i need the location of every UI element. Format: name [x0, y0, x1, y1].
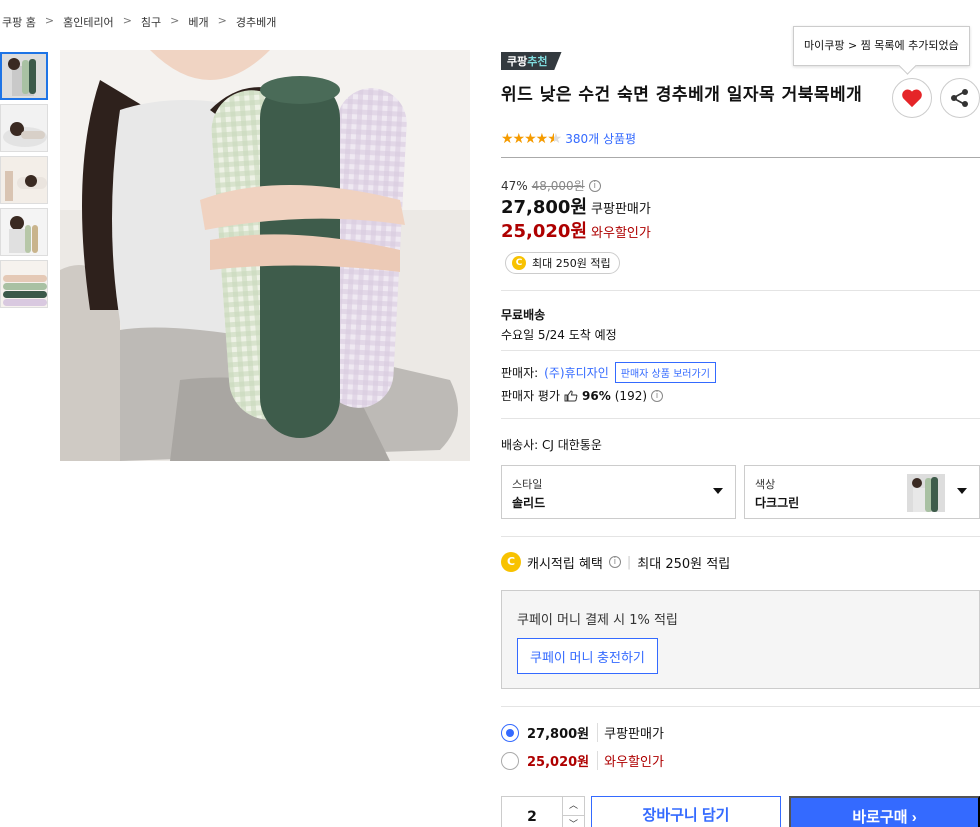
price-option-wow[interactable]: 25,020원 와우할인가: [501, 751, 664, 770]
price-option-coupang[interactable]: 27,800원 쿠팡판매가: [501, 723, 664, 742]
product-main-image[interactable]: [60, 50, 470, 461]
divider-bar: |: [626, 554, 632, 570]
info-icon[interactable]: i: [608, 556, 621, 568]
divider: [501, 706, 980, 707]
breadcrumb-separator: >: [170, 14, 180, 27]
color-option-thumbnail: [907, 474, 945, 512]
wishlist-button[interactable]: [892, 78, 932, 118]
star-rating-icon: ★★★★★★: [501, 130, 562, 147]
info-icon[interactable]: i: [588, 179, 601, 192]
radio-button-checked[interactable]: [501, 723, 519, 742]
divider: [501, 290, 980, 291]
chevron-down-icon: [713, 488, 723, 494]
price-option-label: 쿠팡판매가: [597, 723, 664, 742]
seller-products-button[interactable]: 판매자 상품 보러가기: [614, 362, 716, 383]
arrival-date: 수요일 5/24 도착 예정: [501, 328, 617, 342]
share-button[interactable]: [940, 78, 980, 118]
style-select-label: 스타일: [512, 478, 543, 491]
carrier-info: 배송사: CJ 대한통운: [501, 438, 602, 452]
product-title: 위드 낮은 수건 숙면 경추베개 일자목 거북목베개: [501, 85, 863, 105]
color-select[interactable]: 색상 다크그린: [744, 465, 980, 519]
buy-now-button[interactable]: 바로구매 ›: [789, 796, 980, 827]
divider: [501, 418, 980, 419]
thumbnail-2[interactable]: [0, 104, 48, 152]
chevron-up-icon[interactable]: ︿: [562, 797, 584, 816]
wow-price-row: 25,020원 와우할인가: [501, 217, 651, 243]
thumbnail-3[interactable]: [0, 156, 48, 204]
price-option-label: 와우할인가: [597, 751, 664, 770]
seller-eval-count: (192): [614, 388, 648, 403]
info-icon[interactable]: i: [651, 389, 664, 402]
chevron-right-icon: ›: [911, 809, 917, 826]
thumbs-up-icon: [564, 389, 578, 401]
add-to-cart-label: 장바구니 담기: [642, 807, 730, 824]
coupay-box: 쿠페이 머니 결제 시 1% 적립 쿠페이 머니 충전하기: [501, 590, 980, 689]
badge-brand: 쿠팡: [507, 55, 528, 68]
wishlist-tooltip[interactable]: 마이쿠팡 > 찜 목록에 추가되었습: [793, 26, 970, 66]
coupang-price: 27,800원: [501, 197, 588, 218]
style-select-value: 솔리드: [512, 496, 546, 510]
quantity-input[interactable]: 2: [502, 809, 562, 825]
coupay-charge-button[interactable]: 쿠페이 머니 충전하기: [517, 638, 658, 674]
cash-reward-pill: C 최대 250원 적립: [505, 252, 620, 274]
coupang-recommend-badge: 쿠팡추천: [501, 52, 562, 70]
breadcrumb-item-pillow[interactable]: 베개: [188, 14, 208, 30]
price-option-amount: 25,020원: [527, 755, 590, 770]
price-option-amount: 27,800원: [527, 727, 590, 742]
chevron-down-icon[interactable]: ﹀: [562, 816, 584, 827]
cash-benefit-row: C 캐시적립 혜택 i | 최대 250원 적립: [501, 552, 730, 572]
heart-icon: [902, 89, 922, 108]
discount-row: 47% 48,000원 i: [501, 177, 601, 194]
breadcrumb-item-home[interactable]: 쿠팡 홈: [2, 14, 36, 30]
thumbnail-1[interactable]: [0, 52, 48, 100]
chevron-down-icon: [957, 488, 967, 494]
original-price: 48,000원: [531, 179, 585, 193]
coin-icon: C: [501, 552, 521, 572]
share-icon: [951, 89, 968, 107]
thumbnail-5[interactable]: [0, 260, 48, 308]
cash-benefit-value: 최대 250원 적립: [637, 556, 731, 572]
breadcrumb-item-cervical-pillow[interactable]: 경추베개: [236, 14, 276, 30]
breadcrumb-item-bedding[interactable]: 침구: [141, 14, 161, 30]
coupang-price-row: 27,800원 쿠팡판매가: [501, 193, 651, 219]
seller-eval-row: 판매자 평가 96% (192) i: [501, 387, 664, 404]
seller-eval-percent: 96%: [582, 388, 611, 403]
thumbnail-list: [0, 52, 50, 312]
rating-row: ★★★★★★ 380개 상품평: [501, 130, 636, 147]
badge-accent: 추천: [527, 55, 548, 68]
breadcrumb-separator: >: [122, 14, 132, 27]
wow-price: 25,020원: [501, 221, 588, 242]
discount-rate: 47%: [501, 178, 528, 193]
seller-label: 판매자:: [501, 366, 539, 380]
style-select[interactable]: 스타일 솔리드: [501, 465, 736, 519]
divider: [501, 157, 980, 158]
buy-now-label: 바로구매: [852, 809, 908, 826]
thumbnail-4[interactable]: [0, 208, 48, 256]
breadcrumb-separator: >: [217, 14, 227, 27]
review-count-link[interactable]: 380개 상품평: [565, 130, 636, 147]
radio-button[interactable]: [501, 751, 519, 770]
add-to-cart-button[interactable]: 장바구니 담기: [591, 796, 781, 827]
seller-name-link[interactable]: (주)휴디자인: [544, 364, 609, 381]
cash-benefit-label: 캐시적립 혜택: [527, 556, 603, 572]
coupay-text: 쿠페이 머니 결제 시 1% 적립: [517, 613, 678, 628]
seller-eval-label: 판매자 평가: [501, 389, 561, 403]
seller-row: 판매자: (주)휴디자인 판매자 상품 보러가기: [501, 362, 716, 383]
breadcrumb-item-home-interior[interactable]: 홈인테리어: [63, 14, 114, 30]
shipping-title: 무료배송: [501, 308, 546, 322]
divider: [501, 536, 980, 537]
wow-price-label: 와우할인가: [591, 226, 651, 241]
coupang-price-label: 쿠팡판매가: [591, 202, 651, 217]
quantity-stepper[interactable]: 2 ︿ ﹀: [501, 796, 585, 827]
breadcrumb-separator: >: [44, 14, 55, 27]
coin-icon: C: [512, 256, 526, 270]
cash-reward-text: 최대 250원 적립: [532, 257, 611, 270]
breadcrumb: 쿠팡 홈 > 홈인테리어 > 침구 > 베개 > 경추베개: [2, 14, 276, 30]
divider: [501, 350, 980, 351]
